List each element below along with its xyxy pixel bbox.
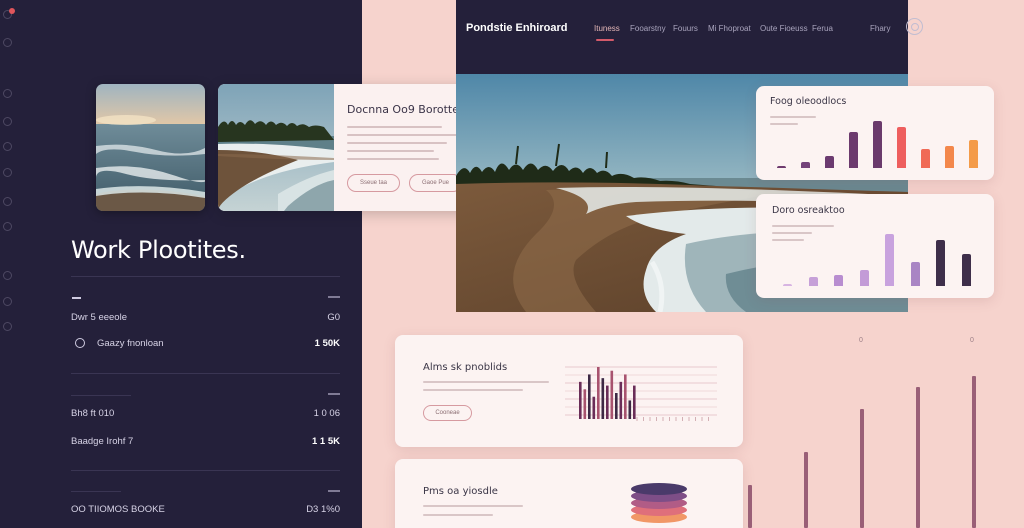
text-line (347, 150, 434, 152)
chart-bar (936, 239, 945, 286)
chart-bar (619, 381, 623, 419)
chart-bar (588, 374, 591, 419)
text-line (423, 389, 523, 391)
background-bar (916, 386, 920, 528)
chart-bar (633, 385, 636, 419)
thumbnail-image[interactable] (96, 84, 205, 211)
more-indicator (328, 490, 340, 492)
chart-bar (606, 385, 609, 419)
chart-bar (945, 145, 954, 168)
chart-bar (592, 396, 596, 419)
chart-bar (897, 126, 906, 168)
read-more-button[interactable]: Sseue taa (347, 174, 400, 192)
dashboard-header: Pondstie Enhiroard Ituness Fooarstny Fou… (456, 0, 908, 74)
axis-tick: 0 (970, 337, 974, 344)
text-line (423, 514, 493, 516)
article-image (218, 84, 334, 211)
list-item[interactable]: Gaazy fnonloan 1 50K (71, 338, 340, 352)
stat-card-2[interactable]: Doro osreaktoo (756, 194, 994, 298)
nav-item[interactable]: Oute Fioeuss (760, 24, 808, 33)
nav-item[interactable]: Ferua (812, 24, 833, 33)
text-line (347, 126, 442, 128)
share-button[interactable]: Gaoe Pue (409, 174, 462, 192)
chart-bar (873, 121, 882, 168)
rail-divider (0, 0, 20, 528)
text-line (423, 505, 523, 507)
card-title: Alms sk pnoblids (423, 362, 508, 373)
chart-bar (825, 155, 834, 168)
more-indicator (328, 296, 340, 298)
line-grid-chart (565, 366, 717, 421)
chart-bar (628, 400, 632, 419)
bar-chart (756, 194, 994, 298)
chart-bar (579, 381, 582, 419)
active-underline (596, 39, 614, 41)
profile-icon[interactable] (906, 18, 923, 35)
analysis-card[interactable]: Alms sk pnoblids Cooneae (395, 335, 743, 447)
chart-bar (910, 262, 920, 286)
chart-bar (961, 254, 971, 286)
list-item[interactable]: Bh8 ft 010 1 0 06 (71, 408, 340, 422)
chart-bar (610, 370, 614, 419)
list-item[interactable]: Baadge Irohf 7 1 1 5K (71, 436, 340, 450)
chart-bar (849, 132, 858, 168)
list-item[interactable]: Dwr 5 eeeole G0 (71, 312, 340, 326)
chart-bar (615, 393, 618, 419)
stack-layer (631, 483, 687, 495)
divider (71, 276, 340, 277)
background-bar (860, 408, 864, 528)
list-item[interactable]: OO TIIOMOS BOOKE D3 1%0 (71, 504, 340, 518)
bar-chart (756, 86, 994, 180)
nav-item[interactable]: Fhary (870, 24, 890, 33)
article-card[interactable]: Docnna Oo9 Borotter Sseue taa Gaoe Pue (218, 84, 494, 211)
chart-bar (777, 166, 786, 168)
chart-bar (801, 162, 810, 168)
collapse-icon[interactable] (72, 297, 81, 299)
chart-bar (808, 276, 818, 286)
text-line (347, 158, 439, 160)
stack-card[interactable]: Pms oa yiosdle (395, 459, 743, 528)
chart-bar (921, 148, 930, 168)
more-indicator (328, 393, 340, 395)
background-bar (972, 376, 976, 528)
stacked-disc-chart (631, 483, 687, 523)
nav-item[interactable]: Mi Fhoproat (708, 24, 751, 33)
nav-item[interactable]: Fouurs (673, 24, 698, 33)
divider (71, 470, 340, 471)
chart-bar (859, 270, 869, 286)
text-line (347, 134, 457, 136)
background-bar (804, 452, 808, 528)
chart-bar (834, 274, 843, 286)
stat-card-1[interactable]: Foog oleoodlocs (756, 86, 994, 180)
chart-bar (783, 283, 792, 286)
clock-icon (75, 338, 85, 348)
chart-bar (583, 389, 587, 419)
page-title: Work Plootites. (71, 236, 246, 264)
text-line (347, 142, 447, 144)
left-panel: Work Plootites. Dwr 5 eeeole G0 Gaazy fn… (0, 0, 362, 528)
brand-title[interactable]: Pondstie Enhiroard (466, 22, 567, 34)
divider (71, 373, 340, 374)
card-title: Pms oa yiosdle (423, 486, 498, 497)
chart-bar (885, 234, 894, 286)
divider (71, 491, 121, 492)
chart-bar (624, 374, 627, 419)
divider (71, 395, 131, 396)
background-bar (748, 484, 752, 528)
nav-item[interactable]: Fooarstny (630, 24, 666, 33)
details-button[interactable]: Cooneae (423, 405, 472, 421)
article-title: Docnna Oo9 Borotter (347, 103, 464, 116)
chart-bar (969, 140, 978, 168)
text-line (423, 381, 549, 383)
axis-tick: 0 (859, 337, 863, 344)
nav-item[interactable]: Ituness (594, 24, 620, 41)
chart-bar (597, 367, 600, 419)
chart-bar (601, 378, 605, 419)
